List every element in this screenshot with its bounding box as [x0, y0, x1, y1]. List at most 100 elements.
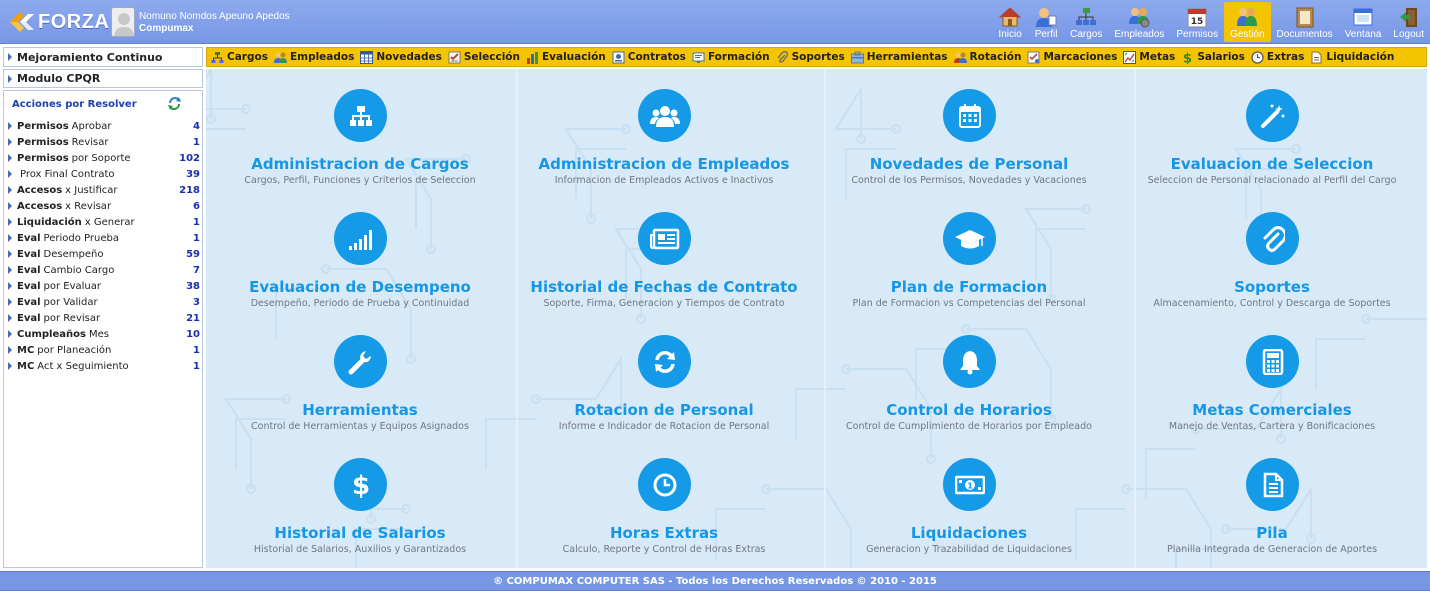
dashboard-tile[interactable]: Herramientas Control de Herramientas y Eq…	[210, 315, 510, 435]
dashboard-tile[interactable]: Plan de Formacion Plan de Formacion vs Co…	[819, 192, 1119, 312]
action-item[interactable]: Prox Final Contrato 39	[8, 166, 200, 182]
action-item[interactable]: Permisos por Soporte 102	[8, 150, 200, 166]
action-count: 10	[186, 328, 200, 340]
dashboard-tile[interactable]: Control de Horarios Control de Cumplimien…	[819, 315, 1119, 435]
clock-icon	[638, 458, 691, 511]
tile-description: Plan de Formacion vs Competencias del Pe…	[852, 298, 1086, 309]
dashboard-tile[interactable]: Novedades de Personal Control de los Perm…	[819, 69, 1119, 189]
dashboard-tile[interactable]: Administracion de Cargos Cargos, Perfil, …	[210, 69, 510, 189]
module-contratos[interactable]: Contratos	[612, 51, 686, 64]
nav-empleados[interactable]: Empleados	[1108, 2, 1170, 42]
action-item[interactable]: MC por Planeación 1	[8, 342, 200, 358]
module-toolbar: Cargos Empleados Novedades Selección Evaluac…	[206, 47, 1427, 67]
action-item[interactable]: Eval Periodo Prueba 1	[8, 230, 200, 246]
nav-perfil[interactable]: Perfil	[1028, 2, 1064, 42]
nav-cargos[interactable]: Cargos	[1064, 2, 1108, 42]
dashboard-tile[interactable]: Administracion de Empleados Informacion d…	[514, 69, 814, 189]
bullet-arrow-icon	[8, 362, 12, 370]
action-item[interactable]: MC Act x Seguimiento 1	[8, 358, 200, 374]
bar-chart-icon	[526, 51, 539, 64]
module-evaluacion[interactable]: Evaluación	[526, 51, 606, 64]
refresh-icon[interactable]	[167, 96, 182, 111]
nav-inicio[interactable]: Inicio	[992, 2, 1028, 42]
action-item[interactable]: Cumpleaños Mes 10	[8, 326, 200, 342]
module-cargos[interactable]: Cargos	[211, 51, 268, 64]
svg-text:$: $	[351, 471, 369, 499]
target-icon	[1123, 50, 1137, 64]
dashboard-tile[interactable]: Metas Comerciales Manejo de Ventas, Carte…	[1122, 315, 1422, 435]
module-liquidacion[interactable]: Liquidación	[1310, 51, 1394, 64]
tile-description: Seleccion de Personal relacionado al Per…	[1147, 175, 1397, 186]
dashboard-tile[interactable]: Evaluacion de Desempeno Desempeño, Period…	[210, 192, 510, 312]
module-rotacion[interactable]: Rotación	[953, 51, 1021, 64]
action-item[interactable]: Permisos Aprobar 4	[8, 118, 200, 134]
action-item[interactable]: Accesos x Justificar 218	[8, 182, 200, 198]
module-label: Formación	[707, 51, 770, 63]
users-icon	[638, 89, 691, 142]
tile-description: Generacion y Trazabilidad de Liquidacion…	[866, 544, 1072, 555]
dashboard-tile[interactable]: Pila Planilla Integrada de Generacion de …	[1122, 438, 1422, 558]
dashboard-tile[interactable]: Horas Extras Calculo, Reporte y Control d…	[514, 438, 814, 558]
dashboard-tile[interactable]: Soportes Almacenamiento, Control y Descar…	[1122, 192, 1422, 312]
action-text: por Evaluar	[43, 280, 102, 292]
module-seleccion[interactable]: Selección	[448, 51, 520, 64]
action-item[interactable]: Eval por Revisar 21	[8, 310, 200, 326]
bullet-arrow-icon	[8, 234, 12, 242]
module-extras[interactable]: Extras	[1251, 50, 1304, 64]
wrench-icon	[334, 335, 387, 388]
action-category: Eval	[17, 248, 41, 260]
calendar-icon: 15	[1185, 6, 1209, 28]
sidebar-modulo-cpqr[interactable]: Modulo CPQR	[3, 69, 203, 88]
nav-documentos[interactable]: Documentos	[1271, 2, 1339, 42]
avatar[interactable]	[111, 7, 135, 37]
module-metas[interactable]: Metas	[1123, 50, 1175, 64]
action-item[interactable]: Eval por Validar 3	[8, 294, 200, 310]
action-count: 218	[179, 184, 200, 196]
module-herramientas[interactable]: Herramientas	[850, 51, 948, 64]
tile-description: Soporte, Firma, Generacion y Tiempos de …	[543, 298, 785, 309]
tile-title: Metas Comerciales	[1192, 401, 1352, 419]
sidebar-section-label: Mejoramiento Continuo	[17, 50, 163, 64]
action-item[interactable]: Accesos x Revisar 6	[8, 198, 200, 214]
sidebar-mejoramiento-continuo[interactable]: Mejoramiento Continuo	[3, 47, 203, 67]
nav-ventana[interactable]: Ventana	[1339, 2, 1388, 42]
action-item[interactable]: Eval Desempeño 59	[8, 246, 200, 262]
module-formacion[interactable]: Formación	[692, 51, 770, 64]
calculator-icon	[1246, 335, 1299, 388]
module-label: Marcaciones	[1043, 51, 1118, 63]
module-empleados[interactable]: Empleados	[273, 51, 354, 64]
module-salarios[interactable]: $ Salarios	[1181, 51, 1245, 64]
action-item[interactable]: Liquidación x Generar 1	[8, 214, 200, 230]
tile-description: Calculo, Reporte y Control de Horas Extr…	[562, 544, 766, 555]
module-novedades[interactable]: Novedades	[360, 50, 442, 64]
tile-title: Novedades de Personal	[869, 155, 1069, 173]
module-marcaciones[interactable]: Marcaciones	[1027, 51, 1117, 64]
brand-name: FORZA	[38, 10, 110, 33]
action-item[interactable]: Eval Cambio Cargo 7	[8, 262, 200, 278]
dashboard-tile[interactable]: 1 Liquidaciones Generacion y Trazabilidad …	[819, 438, 1119, 558]
dashboard-grid: Administracion de Cargos Cargos, Perfil, …	[206, 69, 1427, 568]
nav-gestion[interactable]: Gestión	[1224, 2, 1271, 42]
nav-permisos[interactable]: 15 Permisos	[1170, 2, 1224, 42]
app-window: FORZA Nomuno Nomdos Apeuno Apedos Compum…	[0, 0, 1430, 595]
dashboard-tile[interactable]: Evaluacion de Seleccion Seleccion de Pers…	[1122, 69, 1422, 189]
action-text: x Justificar	[65, 184, 118, 196]
dashboard-tile[interactable]: $ Historial de Salarios Historial de Salar…	[210, 438, 510, 558]
file-text-icon	[1246, 458, 1299, 511]
tile-description: Control de los Permisos, Novedades y Vac…	[851, 175, 1087, 186]
dashboard-tile[interactable]: Rotacion de Personal Informe e Indicador …	[514, 315, 814, 435]
module-soportes[interactable]: Soportes	[776, 50, 845, 64]
tile-title: Administracion de Empleados	[538, 155, 790, 173]
people-management-icon	[1235, 6, 1259, 28]
brand-logo[interactable]: FORZA	[8, 10, 109, 34]
action-category: Accesos	[17, 200, 63, 212]
action-category: Liquidación	[17, 216, 82, 228]
module-label: Evaluación	[541, 51, 606, 63]
action-count: 1	[193, 216, 200, 228]
dashboard-tile[interactable]: Historial de Fechas de Contrato Soporte, …	[514, 192, 814, 312]
action-item[interactable]: Permisos Revisar 1	[8, 134, 200, 150]
nav-logout[interactable]: Logout	[1387, 2, 1430, 42]
action-text: por Validar	[43, 296, 98, 308]
action-item[interactable]: Eval por Evaluar 38	[8, 278, 200, 294]
action-text: Prox Final Contrato	[20, 168, 115, 180]
